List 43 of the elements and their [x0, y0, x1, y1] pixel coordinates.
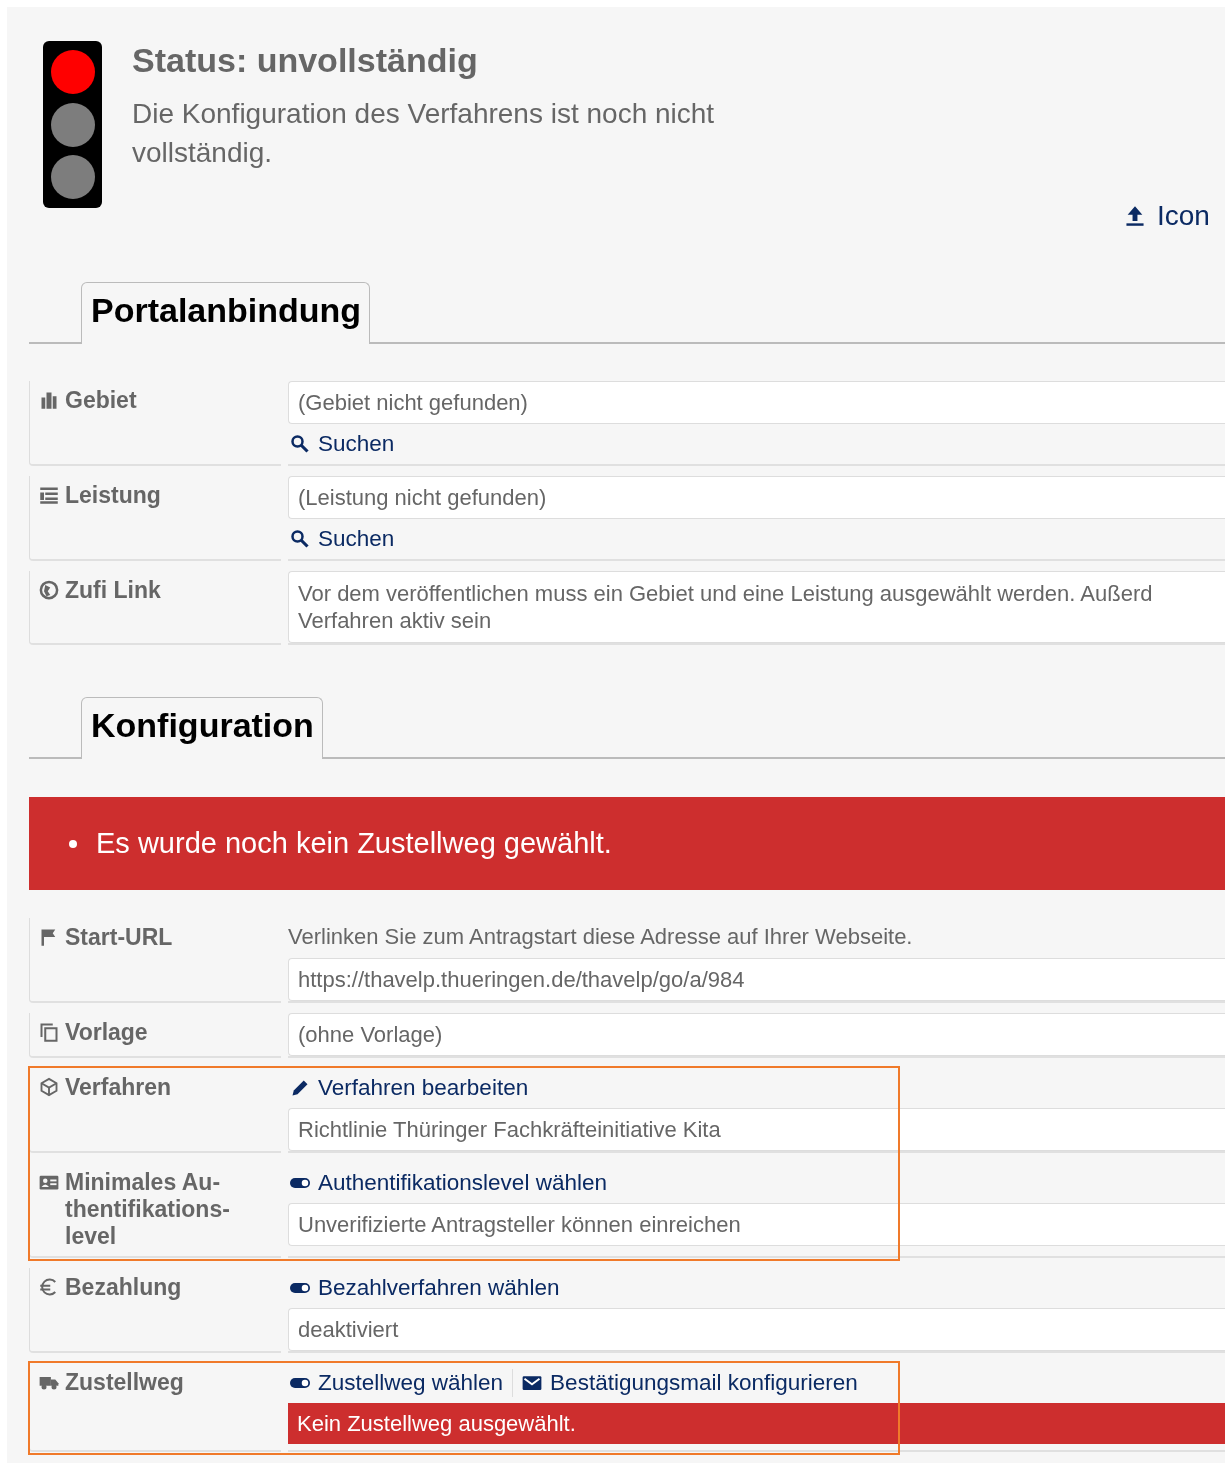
input-field[interactable]: Unverifizierte Antragsteller können einreichen	[288, 1203, 1225, 1246]
action-link[interactable]: Authentifikationslevel wählen	[290, 1170, 607, 1196]
action-link[interactable]: Bestätigungsmail konfigurieren	[522, 1370, 858, 1396]
row-label: Start-URL	[29, 918, 281, 1003]
row-label: Leistung	[29, 476, 281, 561]
error-text: Es wurde noch kein Zustellweg gewählt.	[96, 827, 612, 860]
action-link[interactable]: Verfahren bearbeiten	[290, 1075, 529, 1101]
row-label: Gebiet	[29, 381, 281, 466]
bullet-icon	[69, 839, 77, 848]
error-message: Kein Zustellweg ausgewählt.	[288, 1403, 1225, 1444]
action-link[interactable]: Suchen	[290, 526, 395, 552]
info-text: Vor dem veröffentlichen muss ein Gebiet und eine Leistung ausgewählt werden. Außerd Verfahren aktiv sein	[288, 571, 1225, 643]
input-field[interactable]: Richtlinie Thüringer Fachkräfteinitiative Kita	[288, 1108, 1225, 1151]
input-field[interactable]: (ohne Vorlage)	[288, 1013, 1225, 1056]
traffic-light-icon	[43, 41, 102, 208]
upload-icon	[1125, 205, 1145, 227]
row-label: Zustellweg	[29, 1363, 281, 1452]
action-link[interactable]: Bezahlverfahren wählen	[290, 1275, 560, 1301]
input-field[interactable]: https://thavelp.thueringen.de/thavelp/go/a/984	[288, 958, 1225, 1001]
input-field[interactable]: (Gebiet nicht gefunden)	[288, 381, 1225, 424]
row-label: Bezahlung	[29, 1268, 281, 1353]
input-field[interactable]: (Leistung nicht gefunden)	[288, 476, 1225, 519]
mail-icon	[522, 1373, 543, 1393]
search-icon	[290, 434, 310, 454]
hint-text: Verlinken Sie zum Antragstart diese Adresse auf Ihrer Webseite.	[288, 923, 914, 951]
section-tab[interactable]: Portalanbindung	[81, 282, 371, 344]
list-icon	[39, 485, 59, 505]
row-label: Verfahren	[29, 1068, 281, 1153]
row-label: Zufi Link	[29, 571, 281, 645]
action-link[interactable]: Zustellweg wählen	[290, 1370, 504, 1396]
row-label: Vorlage	[29, 1013, 281, 1058]
upload-link[interactable]: Icon	[1125, 200, 1210, 232]
euro-icon	[39, 1277, 59, 1297]
section-tab[interactable]: Konfiguration	[81, 697, 323, 759]
action-link[interactable]: Suchen	[290, 431, 395, 457]
cube-icon	[39, 1077, 59, 1097]
status-title: Status: unvollständig	[132, 41, 479, 80]
input-field[interactable]: deaktiviert	[288, 1308, 1225, 1351]
search-icon	[290, 529, 310, 549]
status-description: Die Konfiguration des Verfahrens ist noch nicht vollständig.	[132, 97, 716, 170]
copy-icon	[39, 1022, 59, 1042]
row-label: Minimales Au-thentifikations-level	[29, 1163, 281, 1258]
pencil-icon	[290, 1078, 310, 1098]
